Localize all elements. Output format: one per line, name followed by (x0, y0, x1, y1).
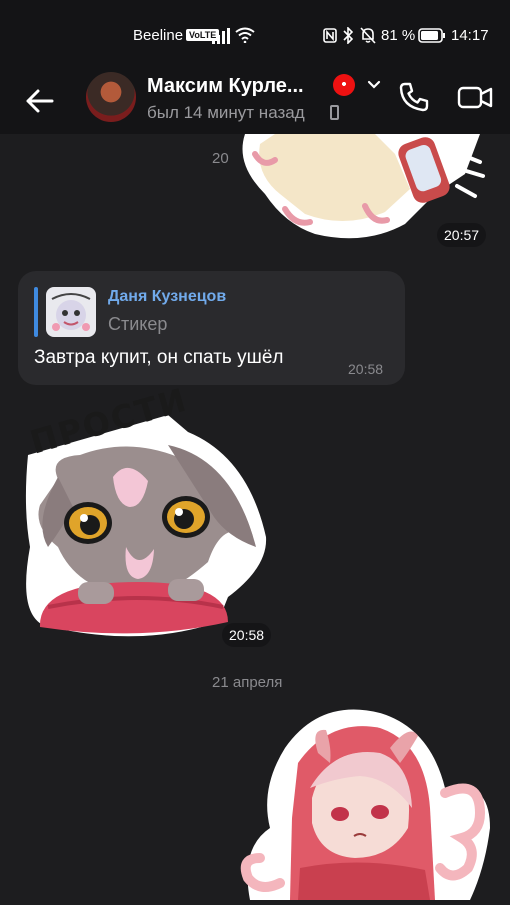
battery-icon (418, 28, 445, 43)
message-time: 20:57 (437, 223, 487, 247)
sticker-hood-girl[interactable] (240, 708, 510, 900)
hood-girl-illustration (240, 709, 490, 900)
last-seen: был 14 минут назад (147, 103, 305, 122)
spider-emoji-icon (333, 74, 355, 96)
avatar[interactable] (86, 72, 136, 122)
bluetooth-icon (343, 27, 353, 44)
chat-header: Максим Курле... был 14 минут назад (0, 70, 510, 134)
clock: 14:17 (451, 27, 489, 44)
contact-name[interactable]: Максим Курле... (147, 75, 304, 98)
sticker-sorry-cat[interactable]: ПРОСТИ (18, 380, 276, 647)
message-text: Завтра купит, он спать ушёл (34, 347, 284, 368)
video-call-icon[interactable] (457, 80, 493, 114)
message-time: 20:58 (222, 623, 272, 647)
nfc-icon (323, 28, 337, 43)
mobile-device-icon (330, 105, 339, 120)
reply-content-type: Стикер (108, 314, 168, 334)
mute-icon (360, 27, 376, 44)
reply-author: Даня Кузнецов (108, 288, 227, 305)
message-bubble[interactable]: Даня Кузнецов Стикер Завтра купит, он сп… (18, 271, 405, 385)
date-separator-partial: 20 (212, 150, 229, 167)
status-bar: Beeline VoLTE 81 % 14:17 (0, 0, 510, 70)
wifi-icon (235, 27, 255, 43)
back-arrow-icon[interactable] (22, 84, 56, 118)
date-separator: 21 апреля (212, 674, 283, 691)
battery-percent: 81 % (381, 27, 416, 44)
chevron-down-icon[interactable] (367, 78, 381, 92)
carrier-label: Beeline VoLTE (133, 27, 220, 44)
reply-sticker-thumbnail (46, 287, 96, 337)
reply-accent-bar (34, 287, 38, 337)
message-time: 20:58 (348, 361, 384, 377)
phone-call-icon[interactable] (397, 80, 431, 114)
signal-icon (212, 28, 230, 44)
